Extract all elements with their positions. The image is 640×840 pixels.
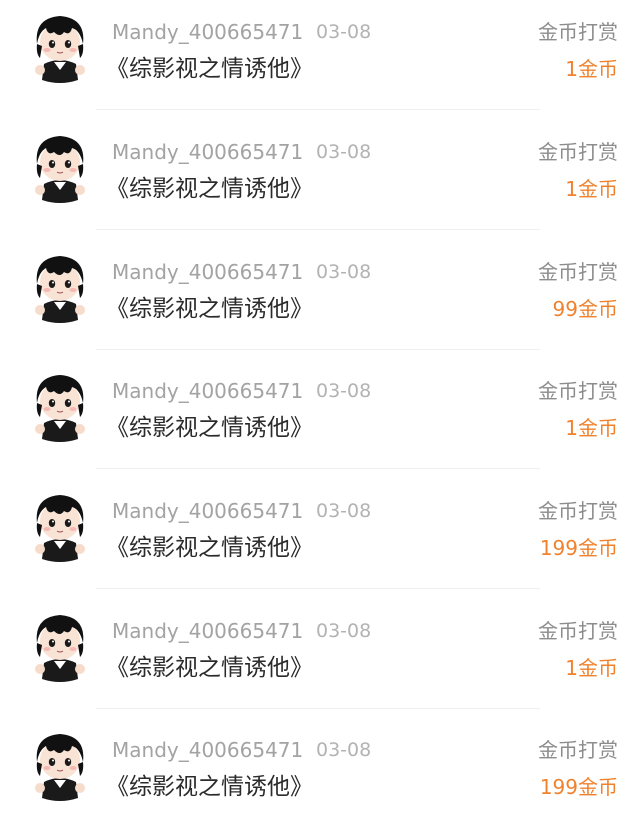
reward-amount: 1金币 bbox=[565, 57, 618, 81]
reward-type: 金币打赏 bbox=[538, 20, 618, 44]
reward-amount: 199金币 bbox=[539, 536, 618, 560]
user-avatar[interactable] bbox=[24, 369, 96, 445]
user-avatar[interactable] bbox=[24, 609, 96, 685]
chibi-avatar-icon bbox=[35, 615, 85, 682]
reward-date: 03-08 bbox=[316, 380, 372, 402]
reward-list-item[interactable]: Mandy_400665471 03-08 《综影视之情诱他》 金币打赏 1金币 bbox=[0, 599, 640, 719]
user-avatar[interactable] bbox=[24, 489, 96, 565]
book-title[interactable]: 《综影视之情诱他》 bbox=[106, 772, 313, 802]
reward-list-item[interactable]: Mandy_400665471 03-08 《综影视之情诱他》 金币打赏 99金… bbox=[0, 240, 640, 360]
user-avatar[interactable] bbox=[24, 130, 96, 206]
divider bbox=[96, 229, 540, 230]
divider bbox=[96, 588, 540, 589]
reward-type: 金币打赏 bbox=[538, 140, 618, 164]
username[interactable]: Mandy_400665471 bbox=[112, 619, 303, 643]
book-title[interactable]: 《综影视之情诱他》 bbox=[106, 653, 313, 683]
book-title[interactable]: 《综影视之情诱他》 bbox=[106, 533, 313, 563]
reward-date: 03-08 bbox=[316, 141, 372, 163]
reward-date: 03-08 bbox=[316, 500, 372, 522]
username[interactable]: Mandy_400665471 bbox=[112, 20, 303, 44]
divider bbox=[96, 708, 540, 709]
reward-amount: 1金币 bbox=[565, 177, 618, 201]
username[interactable]: Mandy_400665471 bbox=[112, 738, 303, 762]
user-avatar[interactable] bbox=[24, 10, 96, 86]
chibi-avatar-icon bbox=[35, 495, 85, 562]
reward-date: 03-08 bbox=[316, 261, 372, 283]
chibi-avatar-icon bbox=[35, 256, 85, 323]
reward-amount: 1金币 bbox=[565, 416, 618, 440]
reward-list-item[interactable]: Mandy_400665471 03-08 《综影视之情诱他》 金币打赏 1金币 bbox=[0, 120, 640, 240]
reward-type: 金币打赏 bbox=[538, 379, 618, 403]
reward-amount: 1金币 bbox=[565, 656, 618, 680]
chibi-avatar-icon bbox=[35, 375, 85, 442]
username[interactable]: Mandy_400665471 bbox=[112, 140, 303, 164]
user-avatar[interactable] bbox=[24, 728, 96, 804]
reward-list-item[interactable]: Mandy_400665471 03-08 《综影视之情诱他》 金币打赏 1金币 bbox=[0, 359, 640, 479]
book-title[interactable]: 《综影视之情诱他》 bbox=[106, 174, 313, 204]
reward-type: 金币打赏 bbox=[538, 260, 618, 284]
reward-list-item[interactable]: Mandy_400665471 03-08 《综影视之情诱他》 金币打赏 199… bbox=[0, 479, 640, 599]
reward-date: 03-08 bbox=[316, 739, 372, 761]
user-avatar[interactable] bbox=[24, 250, 96, 326]
reward-type: 金币打赏 bbox=[538, 619, 618, 643]
reward-amount: 99金币 bbox=[552, 297, 618, 321]
book-title[interactable]: 《综影视之情诱他》 bbox=[106, 294, 313, 324]
reward-list: Mandy_400665471 03-08 《综影视之情诱他》 金币打赏 1金币 bbox=[0, 0, 640, 840]
reward-type: 金币打赏 bbox=[538, 499, 618, 523]
reward-list-item[interactable]: Mandy_400665471 03-08 《综影视之情诱他》 金币打赏 1金币 bbox=[0, 0, 640, 120]
book-title[interactable]: 《综影视之情诱他》 bbox=[106, 54, 313, 84]
book-title[interactable]: 《综影视之情诱他》 bbox=[106, 413, 313, 443]
username[interactable]: Mandy_400665471 bbox=[112, 260, 303, 284]
username[interactable]: Mandy_400665471 bbox=[112, 499, 303, 523]
divider bbox=[96, 468, 540, 469]
reward-list-item[interactable]: Mandy_400665471 03-08 《综影视之情诱他》 金币打赏 199… bbox=[0, 718, 640, 838]
divider bbox=[96, 349, 540, 350]
chibi-avatar-icon bbox=[35, 16, 85, 83]
reward-amount: 199金币 bbox=[539, 775, 618, 799]
chibi-avatar-icon bbox=[35, 136, 85, 203]
divider bbox=[96, 109, 540, 110]
chibi-avatar-icon bbox=[35, 734, 85, 801]
reward-type: 金币打赏 bbox=[538, 738, 618, 762]
username[interactable]: Mandy_400665471 bbox=[112, 379, 303, 403]
reward-date: 03-08 bbox=[316, 21, 372, 43]
reward-date: 03-08 bbox=[316, 620, 372, 642]
